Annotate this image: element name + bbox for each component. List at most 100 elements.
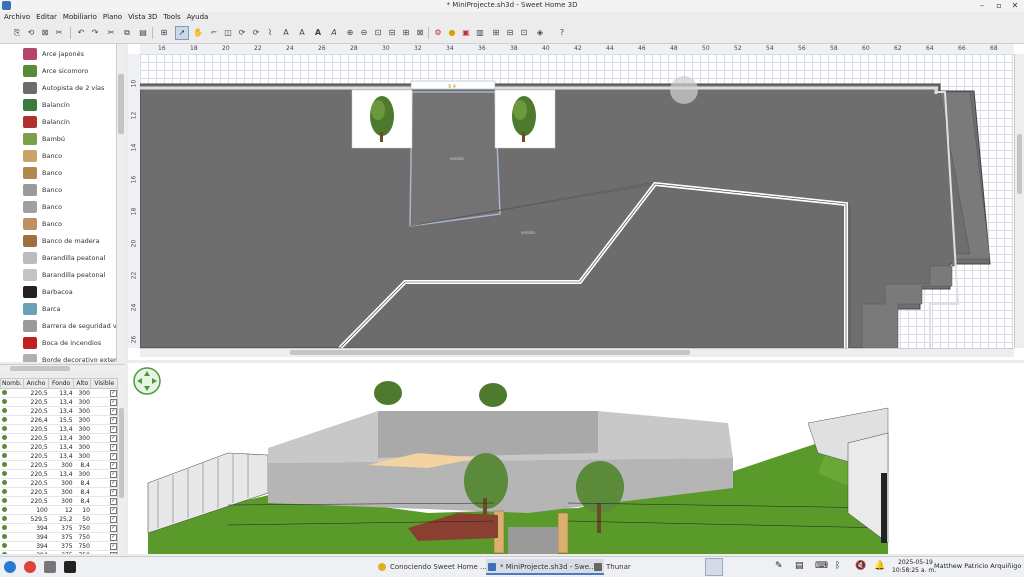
visible-checkbox[interactable]: ✓ (90, 388, 118, 398)
catalog-item[interactable]: Barca (20, 301, 124, 317)
menu-archivo[interactable]: Archivo (0, 12, 33, 23)
furniture-catalog[interactable]: Arce japonés Arce sicomoro Autopista de 2 … (0, 44, 126, 362)
tray-volume-icon[interactable]: 🔇 (855, 561, 866, 571)
col-depth[interactable]: Fondo (48, 378, 75, 389)
plan-export-icon[interactable]: ⊠ (413, 26, 427, 40)
col-visible[interactable]: Visible (90, 378, 118, 389)
catalog-scrollbar[interactable] (116, 44, 126, 362)
plan-drawing[interactable]: vereda vereda 9 4 (140, 54, 1014, 348)
user-name[interactable]: Matthew Patricio Arquiñigo (934, 562, 1021, 570)
task-thunar[interactable]: Thunar (592, 559, 666, 575)
terminal-launcher-icon[interactable] (64, 561, 76, 573)
table-row[interactable]: 394375750✓ (0, 523, 118, 533)
catalog-h-scrollbar[interactable] (0, 364, 125, 373)
close-icon[interactable]: ✕ (1008, 0, 1022, 12)
table-row[interactable]: 220,5 13,4 300 ✓ (0, 406, 118, 416)
visible-checkbox[interactable]: ✓ (90, 424, 118, 434)
table-row[interactable]: 220,5 13,4 300 ✓ (0, 433, 118, 443)
text-size-icon[interactable]: A (295, 26, 309, 40)
catalog-item[interactable]: Autopista de 2 vías (20, 80, 124, 96)
catalog-item[interactable]: Banco (20, 148, 124, 164)
visible-checkbox[interactable]: ✓ (90, 460, 118, 470)
table-row[interactable]: 394375750✓ (0, 541, 118, 551)
copy-icon-2[interactable]: ⧉ (120, 26, 134, 40)
catalog-item[interactable]: Banco (20, 182, 124, 198)
col-height[interactable]: Alto (73, 378, 92, 389)
plan-view[interactable]: vereda vereda 9 4 (140, 54, 1014, 348)
visible-checkbox[interactable]: ✓ (90, 478, 118, 488)
open-icon[interactable]: ⟲ (24, 26, 38, 40)
save-icon[interactable]: ⊠ (38, 26, 52, 40)
catalog-item[interactable]: Arce sicomoro (20, 63, 124, 79)
catalog-item[interactable]: Barandilla peatonal (20, 267, 124, 283)
visible-checkbox[interactable]: ✓ (90, 550, 118, 554)
select-icon[interactable]: ➚ (175, 26, 189, 40)
catalog-item[interactable]: Barbacoa (20, 284, 124, 300)
menu-ayuda[interactable]: Ayuda (184, 12, 212, 23)
help-icon[interactable]: ? (555, 26, 569, 40)
zoom-out-icon[interactable]: ⊖ (357, 26, 371, 40)
3d-view[interactable] (128, 363, 1024, 554)
create-rooms-icon[interactable]: ◫ (221, 26, 235, 40)
video-icon[interactable]: ▥ (473, 26, 487, 40)
catalog-item[interactable]: Barrera de seguridad vial (20, 318, 124, 334)
tray-clipboard-icon[interactable]: ▤ (795, 561, 804, 571)
add-text-icon[interactable]: ⌇ (263, 26, 277, 40)
visible-checkbox[interactable]: ✓ (90, 496, 118, 506)
undo-icon[interactable]: ↶ (74, 26, 88, 40)
col-name[interactable]: Nomb. (0, 378, 24, 389)
plan-v-scrollbar[interactable] (1014, 54, 1024, 348)
table-row[interactable]: 394375750✓ (0, 550, 118, 554)
new-icon[interactable]: ⎘ (10, 26, 24, 40)
label-icon[interactable]: A (279, 26, 293, 40)
catalog-item[interactable]: Banco de madera (20, 233, 124, 249)
virtual-visit-icon[interactable]: ⊟ (503, 26, 517, 40)
export-icon[interactable]: ⊟ (385, 26, 399, 40)
table-row[interactable]: 220,5 300 8,4 ✓ (0, 460, 118, 470)
menu-mobiliario[interactable]: Mobiliario (60, 12, 100, 23)
visible-checkbox[interactable]: ✓ (90, 415, 118, 425)
create-polylines-icon[interactable]: ⟳ (235, 26, 249, 40)
paste-icon[interactable]: ▤ (136, 26, 150, 40)
tray-keyboard-icon[interactable]: ⌨ (815, 561, 828, 571)
browser-launcher-icon[interactable] (24, 561, 36, 573)
menu-vista3d[interactable]: Vista 3D (125, 12, 160, 23)
visible-checkbox[interactable]: ✓ (90, 532, 118, 542)
clock-time[interactable]: 10:58:25 a. m. (892, 567, 936, 574)
text-style-italic-icon[interactable]: A (327, 26, 341, 40)
table-row[interactable]: 220,5 13,4 300 ✓ (0, 424, 118, 434)
tray-pen-icon[interactable]: ✎ (775, 561, 783, 571)
photo-icon[interactable]: ▣ (459, 26, 473, 40)
clock-date[interactable]: 2025-05-19 (898, 559, 933, 566)
visible-checkbox[interactable]: ✓ (90, 451, 118, 461)
plan-icon[interactable]: ⊞ (399, 26, 413, 40)
catalog-item[interactable]: Boca de incendios (20, 335, 124, 351)
catalog-item[interactable]: Banco (20, 216, 124, 232)
table-row[interactable]: 220,5 13,4 300 ✓ (0, 397, 118, 407)
visible-checkbox[interactable]: ✓ (90, 505, 118, 515)
text-style-bold-icon[interactable]: A (311, 26, 325, 40)
visible-checkbox[interactable]: ✓ (90, 433, 118, 443)
workspace-icon[interactable] (705, 558, 723, 576)
minimize-icon[interactable]: – (975, 0, 989, 12)
catalog-item[interactable]: Barandilla peatonal (20, 250, 124, 266)
start-menu-icon[interactable] (4, 561, 16, 573)
menu-tools[interactable]: Tools (160, 12, 183, 23)
table-row[interactable]: 220,5 13,4 300 ✓ (0, 451, 118, 461)
preferences-icon[interactable]: ⚙ (431, 26, 445, 40)
visible-checkbox[interactable]: ✓ (90, 514, 118, 524)
plan-h-scrollbar[interactable] (140, 348, 1014, 357)
light-icon[interactable]: ● (445, 26, 459, 40)
visible-checkbox[interactable]: ✓ (90, 397, 118, 407)
store-view-icon[interactable]: ⊡ (517, 26, 531, 40)
catalog-item[interactable]: Banco (20, 165, 124, 181)
redo-icon[interactable]: ↷ (88, 26, 102, 40)
copy-icon[interactable]: ✂ (104, 26, 118, 40)
task-browser[interactable]: Conociendo Sweet Home ... (376, 559, 500, 575)
menu-plano[interactable]: Plano (100, 12, 125, 23)
table-row[interactable]: 220,5 13,4 300 ✓ (0, 469, 118, 479)
aerial-view-icon[interactable]: ⊞ (489, 26, 503, 40)
menu-editar[interactable]: Editar (33, 12, 60, 23)
tray-notifications-icon[interactable]: 🔔 (874, 561, 885, 571)
add-furniture-icon[interactable]: ⊞ (157, 26, 171, 40)
